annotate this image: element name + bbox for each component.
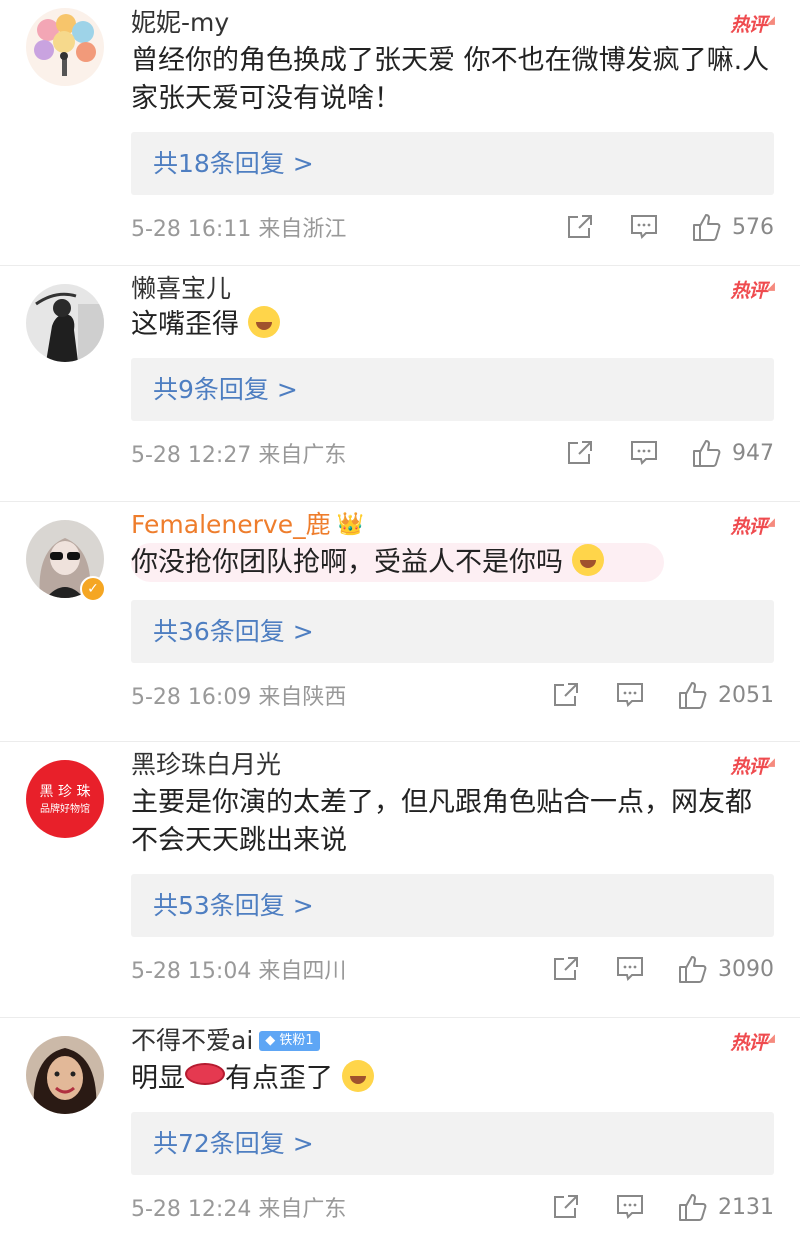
avatar[interactable] — [26, 1036, 104, 1114]
like-button[interactable]: 2051 — [678, 680, 774, 710]
username[interactable]: 不得不爱ai — [131, 1024, 253, 1058]
thumbs-up-icon — [679, 956, 707, 983]
share-button[interactable] — [552, 1194, 580, 1220]
comment-item: 热评◢ 不得不爱ai ◆ 铁粉1 明显 有点歪了 共72条回复 > 5-28 12… — [0, 1018, 800, 1239]
view-replies-button[interactable]: 共9条回复 > — [131, 358, 774, 421]
like-count: 3090 — [718, 956, 774, 982]
timestamp: 5-28 16:09 — [131, 685, 252, 710]
share-icon — [568, 441, 592, 464]
hot-comment-badge: 热评◢ — [730, 279, 776, 302]
comment-icon — [617, 1195, 643, 1219]
comment-text: 明显 有点歪了 — [131, 1060, 774, 1098]
view-replies-button[interactable]: 共72条回复 > — [131, 1112, 774, 1175]
comment-meta: 5-28 12:27 来自广东 — [131, 437, 346, 469]
share-button[interactable] — [566, 440, 594, 466]
like-button[interactable]: 947 — [692, 438, 774, 468]
like-button[interactable]: 576 — [692, 212, 774, 242]
fan-badge: ◆ 铁粉1 — [259, 1031, 320, 1051]
highlighted-comment: 你没抢你团队抢啊，受益人不是你吗 — [131, 543, 664, 582]
like-button[interactable]: 3090 — [678, 954, 774, 984]
share-icon — [568, 215, 592, 238]
share-button[interactable] — [566, 214, 594, 240]
view-replies-button[interactable]: 共53条回复 > — [131, 874, 774, 937]
hot-comment-badge: 热评◢ — [730, 515, 776, 538]
comment-button[interactable] — [630, 440, 658, 466]
thumbs-up-icon — [679, 682, 707, 709]
comment-item: ✓ 热评◢ Femalenerve_鹿 👑 你没抢你团队抢啊，受益人不是你吗 共… — [0, 502, 800, 742]
location: 来自广东 — [258, 443, 347, 468]
thumbs-up-icon — [693, 214, 721, 241]
thumbs-up-icon — [679, 1194, 707, 1221]
comment-icon — [617, 957, 643, 981]
like-button[interactable]: 2131 — [678, 1192, 774, 1222]
comment-button[interactable] — [630, 214, 658, 240]
comment-meta: 5-28 12:24 来自广东 — [131, 1191, 346, 1223]
comment-text: 曾经你的角色换成了张天爱 你不也在微博发疯了嘛.人家张天爱可没有说啥！ — [131, 45, 770, 114]
comment-meta: 5-28 15:04 来自四川 — [131, 953, 346, 985]
like-count: 2131 — [718, 1194, 774, 1220]
comment-text: 你没抢你团队抢啊，受益人不是你吗 — [131, 543, 774, 582]
comment-text: 这嘴歪得 — [131, 306, 774, 344]
vip-crown-icon: 👑 — [336, 512, 364, 537]
like-count: 2051 — [718, 682, 774, 708]
laugh-cry-emoji-icon — [341, 1060, 374, 1092]
comment-icon — [617, 683, 643, 707]
avatar-logo-subtext: 品牌好物馆 — [40, 802, 90, 815]
view-replies-button[interactable]: 共36条回复 > — [131, 600, 774, 663]
location: 来自浙江 — [258, 217, 347, 242]
like-count: 947 — [732, 440, 774, 466]
comment-icon — [631, 441, 657, 465]
lips-emoji-icon — [185, 1063, 225, 1085]
laugh-cry-emoji-icon — [247, 306, 280, 338]
laugh-cry-emoji-icon — [571, 544, 604, 576]
comment-button[interactable] — [616, 682, 644, 708]
hot-comment-badge: 热评◢ — [730, 13, 776, 36]
comment-button[interactable] — [616, 956, 644, 982]
timestamp: 5-28 12:27 — [131, 443, 252, 468]
comment-icon — [631, 215, 657, 239]
username[interactable]: 妮妮-my — [131, 6, 229, 40]
avatar[interactable] — [26, 284, 104, 362]
location: 来自陕西 — [258, 685, 347, 710]
comment-meta: 5-28 16:09 来自陕西 — [131, 679, 346, 711]
comment-text: 主要是你演的太差了，但凡跟角色贴合一点，网友都不会天天跳出来说 — [131, 787, 752, 856]
thumbs-up-icon — [693, 440, 721, 467]
comment-meta: 5-28 16:11 来自浙江 — [131, 211, 346, 243]
comment-item: 热评◢ 懒喜宝儿 这嘴歪得 共9条回复 > 5-28 12:27 来自广东 94… — [0, 266, 800, 502]
avatar-logo-text: 黑 珍 珠 — [40, 784, 91, 800]
timestamp: 5-28 16:11 — [131, 217, 252, 242]
location: 来自广东 — [258, 1197, 347, 1222]
avatar[interactable]: 黑 珍 珠 品牌好物馆 — [26, 760, 104, 838]
timestamp: 5-28 12:24 — [131, 1197, 252, 1222]
timestamp: 5-28 15:04 — [131, 959, 252, 984]
share-button[interactable] — [552, 682, 580, 708]
share-icon — [554, 957, 578, 980]
share-icon — [554, 1195, 578, 1218]
share-icon — [554, 683, 578, 706]
share-button[interactable] — [552, 956, 580, 982]
verified-badge-icon: ✓ — [80, 576, 106, 602]
username[interactable]: 懒喜宝儿 — [131, 272, 231, 306]
hot-comment-badge: 热评◢ — [730, 1031, 776, 1054]
location: 来自四川 — [258, 959, 347, 984]
comment-button[interactable] — [616, 1194, 644, 1220]
comment-item: 热评◢ 妮妮-my 曾经你的角色换成了张天爱 你不也在微博发疯了嘛.人家张天爱可… — [0, 0, 800, 266]
username[interactable]: Femalenerve_鹿 — [131, 508, 331, 542]
avatar[interactable] — [26, 8, 104, 86]
like-count: 576 — [732, 214, 774, 240]
comment-item: 黑 珍 珠 品牌好物馆 热评◢ 黑珍珠白月光 主要是你演的太差了，但凡跟角色贴合… — [0, 742, 800, 1018]
view-replies-button[interactable]: 共18条回复 > — [131, 132, 774, 195]
hot-comment-badge: 热评◢ — [730, 755, 776, 778]
username[interactable]: 黑珍珠白月光 — [131, 748, 281, 782]
